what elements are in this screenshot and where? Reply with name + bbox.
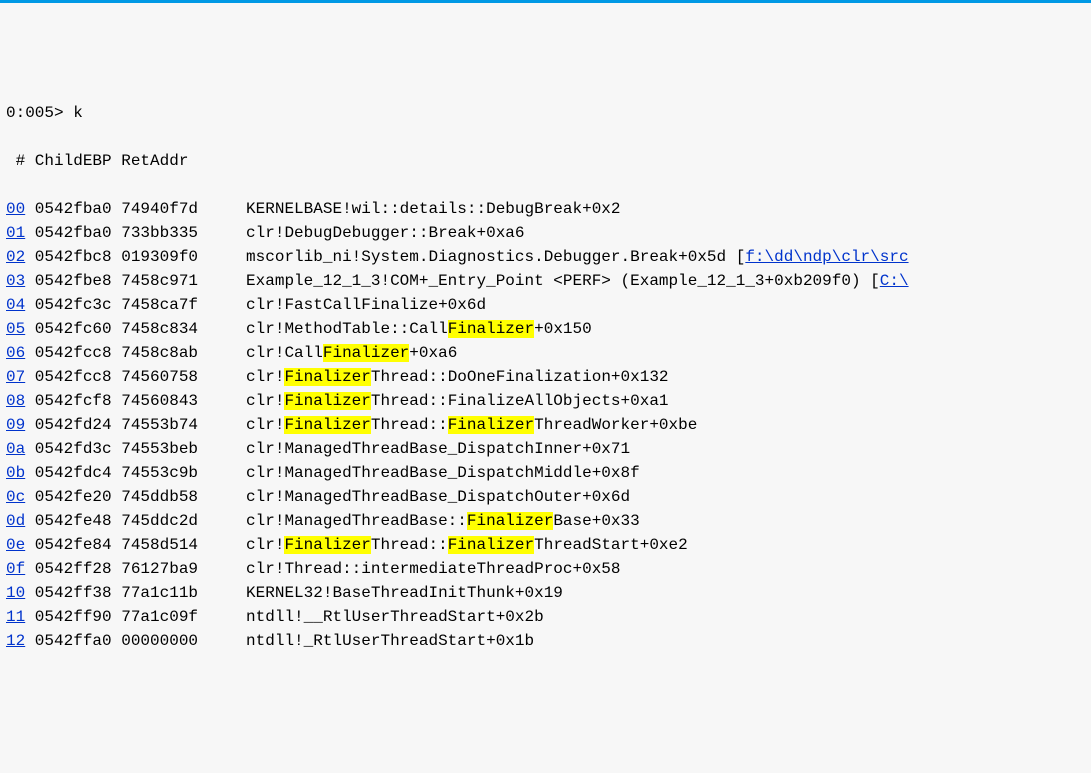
frame-text: clr!	[246, 416, 284, 434]
frame-addresses: 0542fe20 745ddb58	[25, 488, 246, 506]
frame-addresses: 0542fc60 7458c834	[25, 320, 246, 338]
frame-index-link[interactable]: 06	[6, 344, 25, 362]
frame-addresses: 0542ff38 77a1c11b	[25, 584, 246, 602]
frame-text: ntdll!_RtlUserThreadStart+0x1b	[246, 632, 534, 650]
frame-text: clr!MethodTable::Call	[246, 320, 448, 338]
frame-text: ThreadStart+0xe2	[534, 536, 688, 554]
stack-frame: 07 0542fcc8 74560758 clr!FinalizerThread…	[6, 365, 1085, 389]
frame-text: Base+0x33	[553, 512, 639, 530]
frame-addresses: 0542fcc8 74560758	[25, 368, 246, 386]
stack-frame: 0d 0542fe48 745ddc2d clr!ManagedThreadBa…	[6, 509, 1085, 533]
frame-index-link[interactable]: 0e	[6, 536, 25, 554]
frame-text: clr!ManagedThreadBase_DispatchInner+0x71	[246, 440, 630, 458]
frame-text: clr!FastCallFinalize+0x6d	[246, 296, 486, 314]
frame-index-link[interactable]: 02	[6, 248, 25, 266]
frame-addresses: 0542fbc8 019309f0	[25, 248, 246, 266]
stack-frame: 00 0542fba0 74940f7d KERNELBASE!wil::det…	[6, 197, 1085, 221]
stack-frame: 03 0542fbe8 7458c971 Example_12_1_3!COM+…	[6, 269, 1085, 293]
frame-addresses: 0542fd3c 74553beb	[25, 440, 246, 458]
frame-index-link[interactable]: 05	[6, 320, 25, 338]
stack-frame: 08 0542fcf8 74560843 clr!FinalizerThread…	[6, 389, 1085, 413]
stack-frame: 0a 0542fd3c 74553beb clr!ManagedThreadBa…	[6, 437, 1085, 461]
highlighted-term: Finalizer	[467, 512, 553, 530]
frame-index-link[interactable]: 0f	[6, 560, 25, 578]
highlighted-term: Finalizer	[284, 536, 370, 554]
frame-index-link[interactable]: 07	[6, 368, 25, 386]
frame-addresses: 0542fba0 733bb335	[25, 224, 246, 242]
frame-addresses: 0542fdc4 74553c9b	[25, 464, 246, 482]
stack-frame: 05 0542fc60 7458c834 clr!MethodTable::Ca…	[6, 317, 1085, 341]
frame-addresses: 0542fe48 745ddc2d	[25, 512, 246, 530]
frame-addresses: 0542fba0 74940f7d	[25, 200, 246, 218]
frame-text: clr!ManagedThreadBase_DispatchMiddle+0x8…	[246, 464, 640, 482]
frame-text: +0xa6	[409, 344, 457, 362]
frame-addresses: 0542fe84 7458d514	[25, 536, 246, 554]
frame-text: clr!DebugDebugger::Break+0xa6	[246, 224, 524, 242]
frame-index-link[interactable]: 00	[6, 200, 25, 218]
highlighted-term: Finalizer	[323, 344, 409, 362]
stack-frame: 06 0542fcc8 7458c8ab clr!CallFinalizer+0…	[6, 341, 1085, 365]
stack-frame: 04 0542fc3c 7458ca7f clr!FastCallFinaliz…	[6, 293, 1085, 317]
source-link[interactable]: f:\dd\ndp\clr\src	[745, 248, 908, 266]
frame-index-link[interactable]: 11	[6, 608, 25, 626]
highlighted-term: Finalizer	[448, 320, 534, 338]
frame-text: Thread::	[371, 536, 448, 554]
frame-text: KERNEL32!BaseThreadInitThunk+0x19	[246, 584, 563, 602]
stack-frame: 0b 0542fdc4 74553c9b clr!ManagedThreadBa…	[6, 461, 1085, 485]
stack-frame: 11 0542ff90 77a1c09f ntdll!__RtlUserThre…	[6, 605, 1085, 629]
frame-addresses: 0542fbe8 7458c971	[25, 272, 246, 290]
frame-addresses: 0542ffa0 00000000	[25, 632, 246, 650]
stack-frame: 0f 0542ff28 76127ba9 clr!Thread::interme…	[6, 557, 1085, 581]
highlighted-term: Finalizer	[284, 416, 370, 434]
frame-addresses: 0542fc3c 7458ca7f	[25, 296, 246, 314]
highlighted-term: Finalizer	[284, 392, 370, 410]
frame-addresses: 0542fd24 74553b74	[25, 416, 246, 434]
frame-text: Thread::FinalizeAllObjects+0xa1	[371, 392, 669, 410]
frame-text: clr!ManagedThreadBase::	[246, 512, 467, 530]
stack-frame: 0c 0542fe20 745ddb58 clr!ManagedThreadBa…	[6, 485, 1085, 509]
frame-text: clr!	[246, 392, 284, 410]
frame-text: clr!Thread::intermediateThreadProc+0x58	[246, 560, 620, 578]
stack-header: # ChildEBP RetAddr	[6, 149, 1085, 173]
frame-text: mscorlib_ni!System.Diagnostics.Debugger.…	[246, 248, 745, 266]
highlighted-term: Finalizer	[448, 416, 534, 434]
frame-index-link[interactable]: 12	[6, 632, 25, 650]
frame-index-link[interactable]: 0b	[6, 464, 25, 482]
frame-index-link[interactable]: 0a	[6, 440, 25, 458]
frame-text: Example_12_1_3!COM+_Entry_Point <PERF> (…	[246, 272, 880, 290]
frame-text: ntdll!__RtlUserThreadStart+0x2b	[246, 608, 544, 626]
frame-addresses: 0542ff28 76127ba9	[25, 560, 246, 578]
stack-frame: 0e 0542fe84 7458d514 clr!FinalizerThread…	[6, 533, 1085, 557]
frame-text: clr!	[246, 536, 284, 554]
frame-text: ThreadWorker+0xbe	[534, 416, 697, 434]
frame-addresses: 0542fcf8 74560843	[25, 392, 246, 410]
command-prompt: 0:005> k	[6, 101, 1085, 125]
frame-addresses: 0542fcc8 7458c8ab	[25, 344, 246, 362]
stack-frame: 01 0542fba0 733bb335 clr!DebugDebugger::…	[6, 221, 1085, 245]
frame-addresses: 0542ff90 77a1c09f	[25, 608, 246, 626]
frame-index-link[interactable]: 10	[6, 584, 25, 602]
frame-index-link[interactable]: 0c	[6, 488, 25, 506]
stack-frame: 09 0542fd24 74553b74 clr!FinalizerThread…	[6, 413, 1085, 437]
frame-text: KERNELBASE!wil::details::DebugBreak+0x2	[246, 200, 620, 218]
stack-frame: 02 0542fbc8 019309f0 mscorlib_ni!System.…	[6, 245, 1085, 269]
frame-index-link[interactable]: 01	[6, 224, 25, 242]
frame-text: +0x150	[534, 320, 592, 338]
highlighted-term: Finalizer	[448, 536, 534, 554]
frame-text: Thread::	[371, 416, 448, 434]
highlighted-term: Finalizer	[284, 368, 370, 386]
source-link[interactable]: C:\	[880, 272, 909, 290]
stack-frame: 10 0542ff38 77a1c11b KERNEL32!BaseThread…	[6, 581, 1085, 605]
frame-text: clr!ManagedThreadBase_DispatchOuter+0x6d	[246, 488, 630, 506]
frame-index-link[interactable]: 04	[6, 296, 25, 314]
frame-index-link[interactable]: 03	[6, 272, 25, 290]
frame-text: clr!Call	[246, 344, 323, 362]
frame-index-link[interactable]: 08	[6, 392, 25, 410]
frame-index-link[interactable]: 0d	[6, 512, 25, 530]
frame-text: Thread::DoOneFinalization+0x132	[371, 368, 669, 386]
frame-index-link[interactable]: 09	[6, 416, 25, 434]
stack-frame: 12 0542ffa0 00000000 ntdll!_RtlUserThrea…	[6, 629, 1085, 653]
frame-text: clr!	[246, 368, 284, 386]
stack-trace: 00 0542fba0 74940f7d KERNELBASE!wil::det…	[6, 197, 1085, 653]
